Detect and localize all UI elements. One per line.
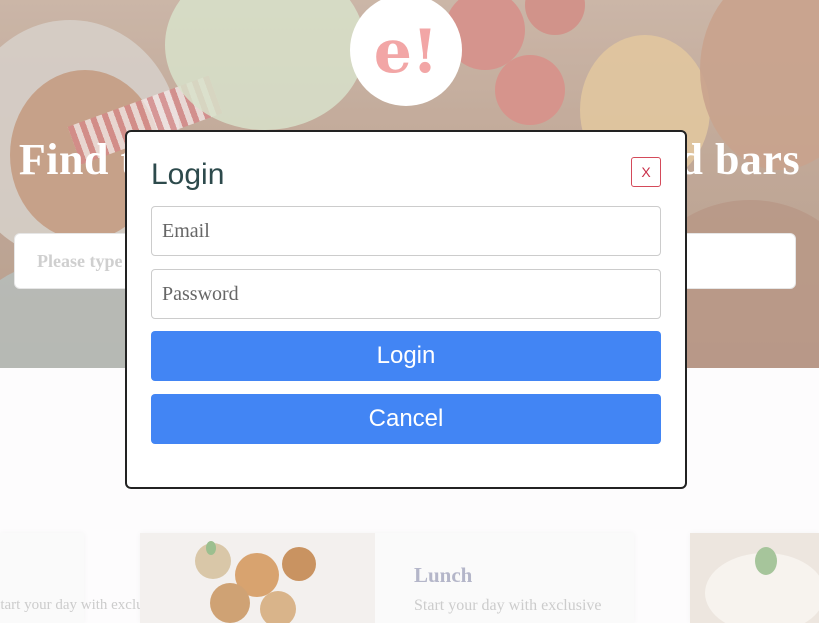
login-button[interactable]: Login (151, 331, 661, 381)
meal-card-image (140, 533, 375, 623)
login-modal: Login X Login Cancel (125, 130, 687, 489)
leaf-shape (206, 541, 216, 555)
dish-shape (260, 591, 296, 623)
herb-shape (755, 547, 777, 575)
email-field[interactable] (151, 206, 661, 256)
password-field[interactable] (151, 269, 661, 319)
meal-card[interactable] (690, 533, 819, 623)
meal-card-title: Lunch (414, 563, 473, 587)
modal-title: Login (151, 158, 225, 191)
logo-text: e! (373, 17, 439, 87)
dish-shape (282, 547, 316, 581)
cancel-button[interactable]: Cancel (151, 394, 661, 444)
meal-card-description: Start your day with exclusive (414, 597, 602, 614)
meal-card-lunch[interactable]: Lunch Start your day with exclusive (140, 533, 634, 623)
dish-shape (210, 583, 250, 623)
meal-card[interactable]: Start your day with exclusive (0, 533, 168, 623)
close-button[interactable]: X (631, 157, 661, 187)
